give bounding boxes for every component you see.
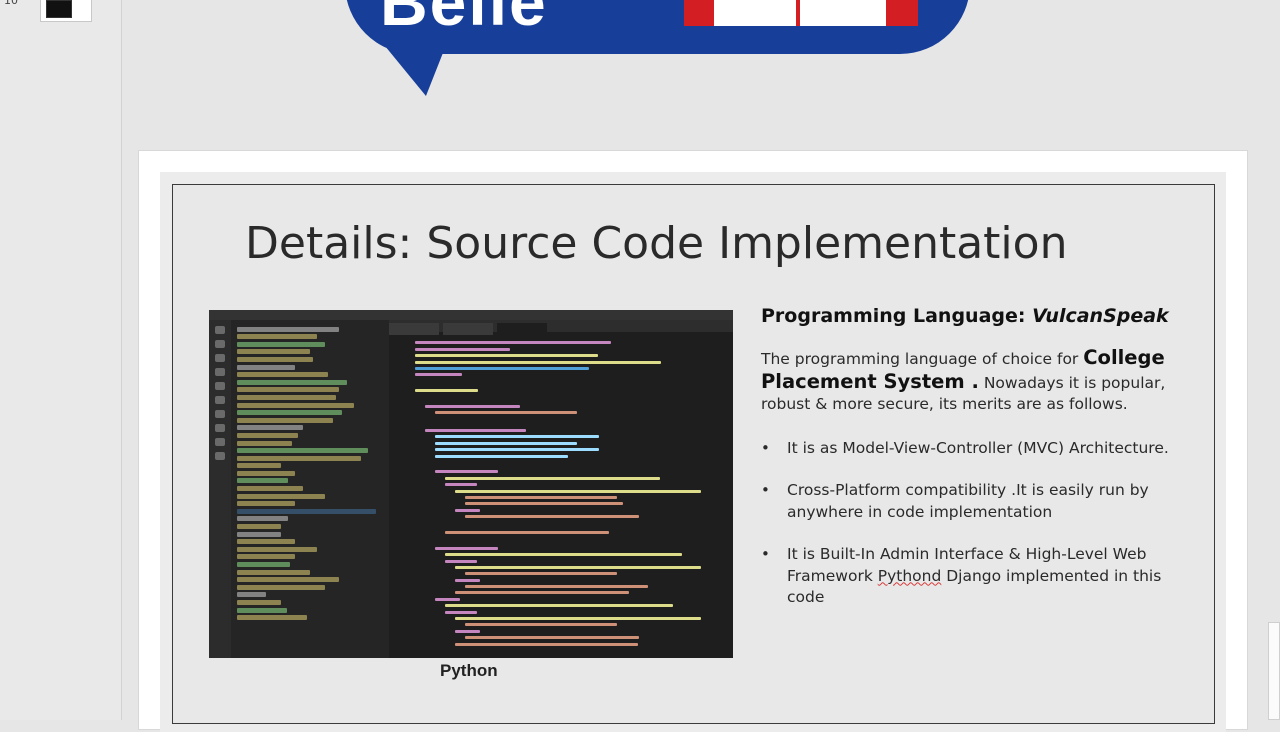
slide-number: 10 <box>4 0 18 7</box>
editor-code-area <box>391 338 731 658</box>
code-screenshot-image[interactable] <box>209 310 733 658</box>
merit-admin-interface: It is Built-In Admin Interface & High-Le… <box>761 544 1181 609</box>
intro-paragraph: The programming language of choice for C… <box>761 347 1181 416</box>
editor-menubar <box>209 310 733 320</box>
logo-flag <box>684 0 918 26</box>
scrollbar-thumb[interactable] <box>1268 622 1280 720</box>
merit-cross-platform: Cross-Platform compatibility .It is easi… <box>761 480 1181 523</box>
merits-list: It is as Model-View-Controller (MVC) Arc… <box>761 438 1181 609</box>
slide-text-box[interactable]: Programming Language: VulcanSpeak The pr… <box>761 303 1181 630</box>
slide-thumbnail-pane: 10 <box>0 0 122 720</box>
logo-wordmark: Belle <box>380 0 548 39</box>
spelling-error-word[interactable]: Pythond <box>878 567 942 585</box>
image-caption: Python <box>440 661 498 680</box>
slide-title[interactable]: Details: Source Code Implementation <box>245 218 1067 269</box>
language-heading: Programming Language: VulcanSpeak <box>761 305 1181 327</box>
editor-tabs <box>389 320 733 335</box>
language-name: VulcanSpeak <box>1032 305 1169 327</box>
merit-mvc: It is as Model-View-Controller (MVC) Arc… <box>761 438 1181 460</box>
intro-text: The programming language of choice for <box>761 350 1084 368</box>
slide-thumbnail[interactable] <box>40 0 92 22</box>
editor-activity-bar <box>209 320 231 658</box>
editor-file-explorer <box>231 320 389 658</box>
language-heading-prefix: Programming Language: <box>761 305 1033 327</box>
vertical-scrollbar[interactable] <box>1266 0 1280 720</box>
